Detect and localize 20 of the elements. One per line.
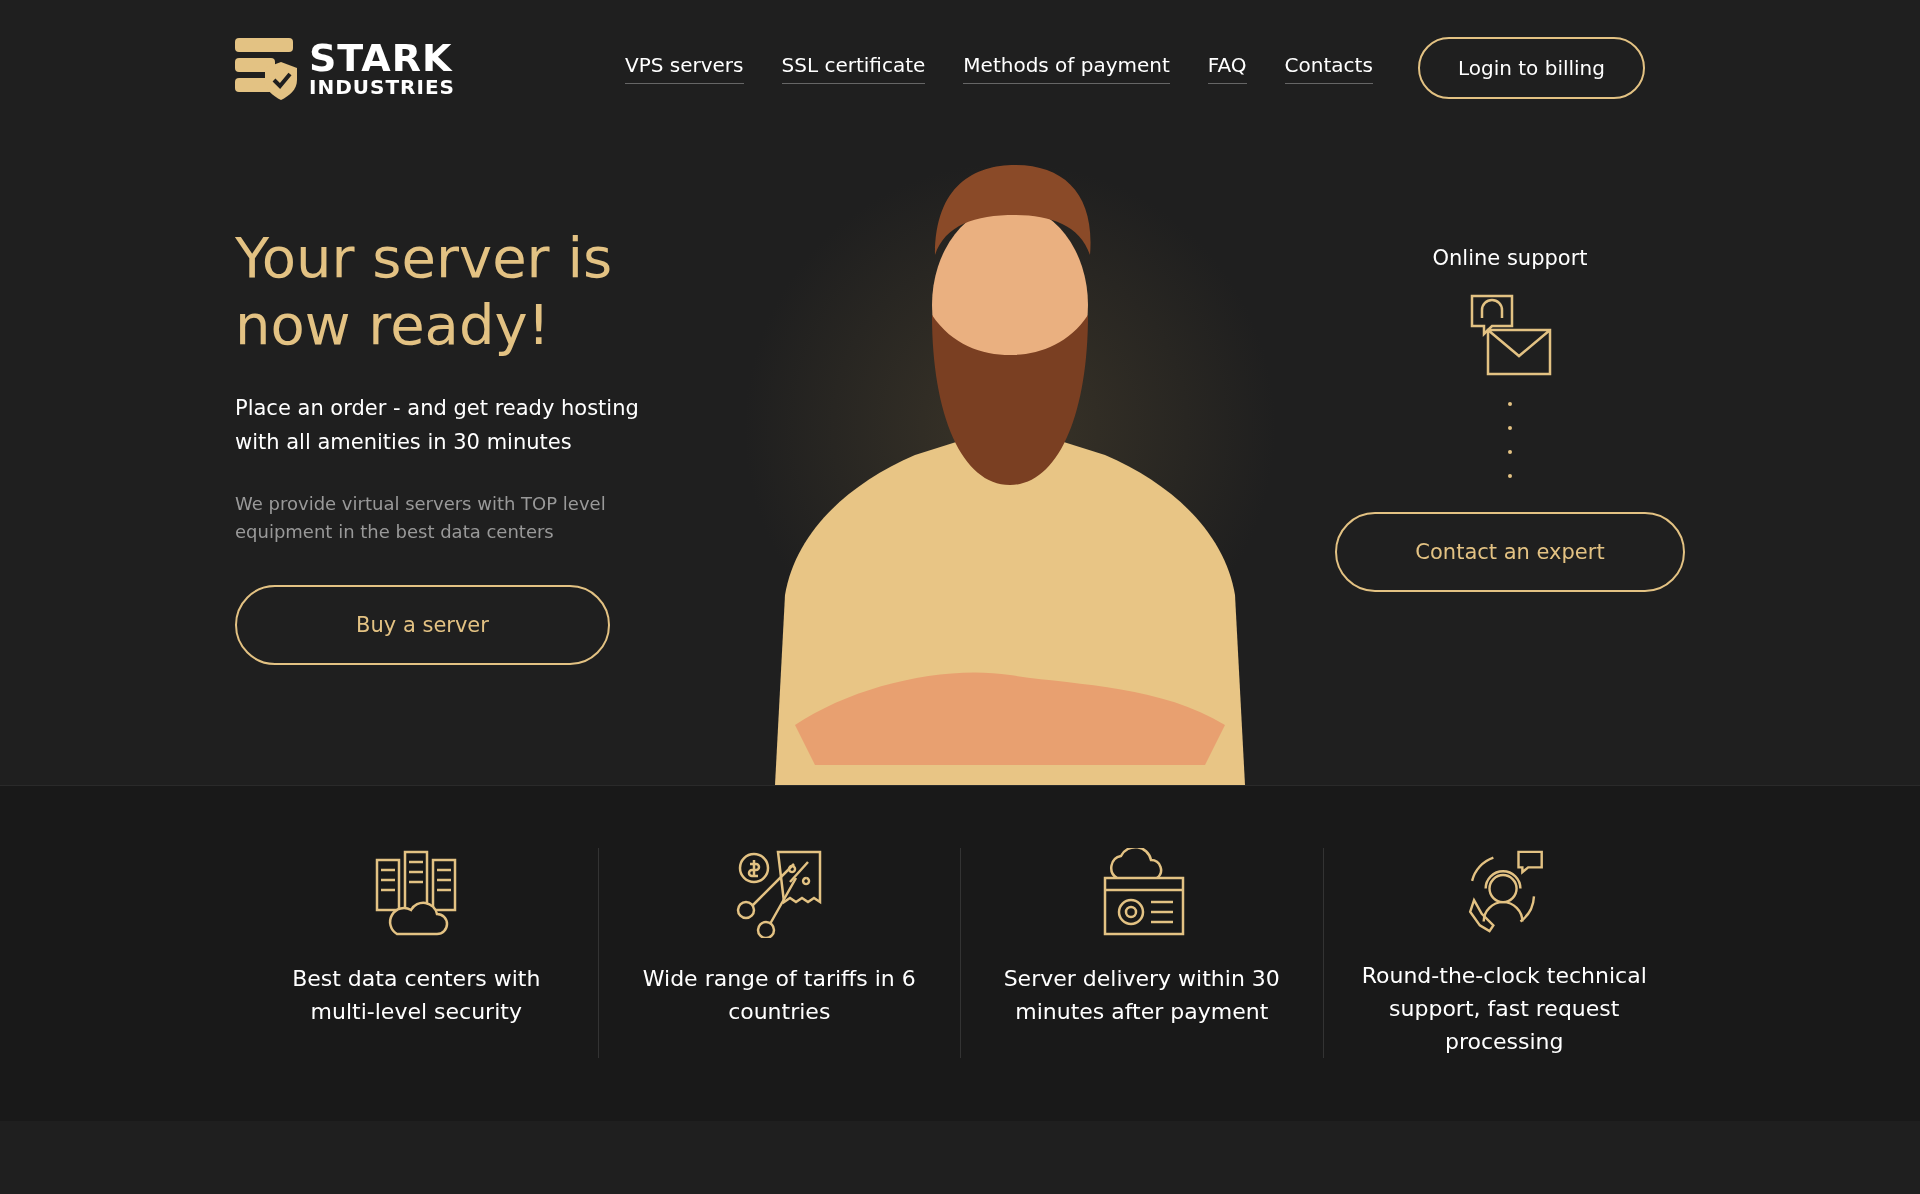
- nav-link[interactable]: FAQ: [1207, 52, 1247, 84]
- nav-link[interactable]: Contacts: [1284, 52, 1373, 84]
- nav-link[interactable]: VPS servers: [625, 52, 744, 84]
- server-shield-logo-icon: [235, 36, 299, 100]
- hero-subtitle: Place an order - and get ready hosting with all amenities in 30 minutes: [235, 395, 640, 456]
- feature-text: Wide range of tariffs in 6 countries: [641, 965, 917, 1026]
- headset-envelope-icon: [1468, 292, 1552, 376]
- nav-link[interactable]: SSL certificate: [781, 52, 926, 84]
- hero-title: Your server is now ready!: [235, 224, 614, 359]
- logo-title: STARK: [309, 39, 454, 77]
- feature-text: Round-the-clock technical support, fast request processing: [1360, 962, 1648, 1056]
- contact-expert-button[interactable]: Contact an expert: [1335, 512, 1685, 592]
- hero-description: We provide virtual servers with TOP level equipment in the best data centers: [235, 491, 607, 545]
- feature-text: Server delivery within 30 minutes after payment: [1002, 965, 1281, 1026]
- buy-server-button[interactable]: Buy a server: [235, 585, 610, 666]
- login-button[interactable]: Login to billing: [1417, 37, 1645, 99]
- logo-subtitle: INDUSTRIES: [309, 77, 455, 97]
- nav-link[interactable]: Methods of payment: [963, 52, 1170, 84]
- online-support-title: Online support: [1432, 246, 1588, 270]
- feature-text: Best data centers with multi-level security: [291, 965, 542, 1026]
